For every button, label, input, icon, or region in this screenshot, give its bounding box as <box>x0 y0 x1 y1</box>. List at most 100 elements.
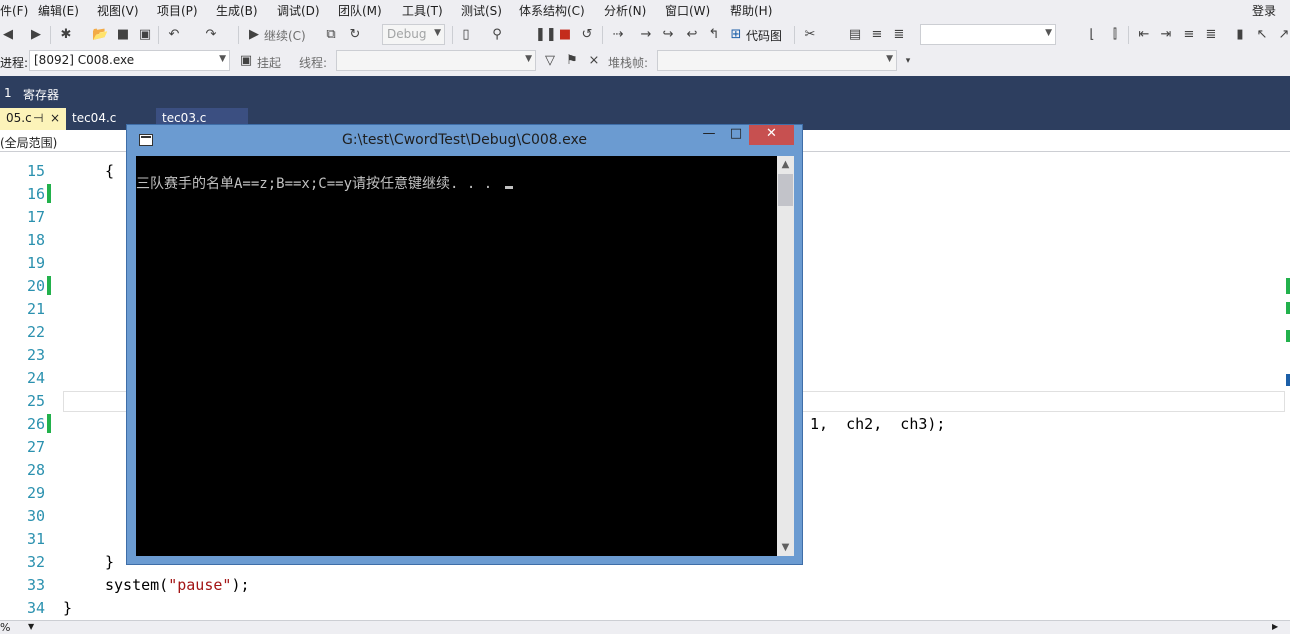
next-bookmark-icon[interactable]: ↗ <box>1276 27 1290 43</box>
bookmark-nav-icon[interactable]: ⌊ <box>1084 27 1100 43</box>
code-map-label[interactable]: 代码图 <box>746 27 782 44</box>
menu-debug[interactable]: 调试(D) <box>277 2 320 19</box>
process-select[interactable]: [8092] C008.exe ▼ <box>29 50 230 71</box>
prev-bookmark-icon[interactable]: ↖ <box>1254 27 1270 43</box>
thread-nav-icon[interactable]: ⨯ <box>586 53 602 69</box>
registers-tab[interactable]: 寄存器 <box>23 86 59 103</box>
comment-icon[interactable]: ≣ <box>891 27 907 43</box>
menu-edit[interactable]: 编辑(E) <box>38 2 79 19</box>
find-combo[interactable]: ▼ <box>920 24 1056 45</box>
editor-status-bar: % ▼ ▶ <box>0 620 1290 634</box>
menu-tools[interactable]: 工具(T) <box>402 2 443 19</box>
menu-help[interactable]: 帮助(H) <box>730 2 772 19</box>
line-number: 28 <box>26 461 45 479</box>
step-over-icon[interactable]: ↪ <box>660 27 676 43</box>
refresh-icon[interactable]: ↻ <box>347 27 363 43</box>
tab-05-c[interactable]: 05.c ⊣ × <box>0 108 66 130</box>
bookmark-icon[interactable]: ▮ <box>1232 27 1248 43</box>
menu-file[interactable]: 件(F) <box>0 2 28 19</box>
console-output-area[interactable]: 三队赛手的名单A==z;B==x;C==y请按任意键继续. . . <box>136 156 777 556</box>
minimize-button[interactable]: — <box>695 125 723 145</box>
config-value: Debug <box>387 27 427 41</box>
code-token: system( <box>105 576 169 594</box>
thread-select[interactable]: ▼ <box>336 50 536 71</box>
chevron-down-icon: ▼ <box>1045 28 1052 38</box>
close-icon[interactable]: × <box>50 111 60 125</box>
back-icon[interactable]: ◀ <box>0 27 16 43</box>
line-number: 17 <box>26 208 45 226</box>
suspend-icon[interactable]: ▣ <box>238 53 254 69</box>
continue-icon[interactable]: ▶ <box>246 27 262 43</box>
line-number: 32 <box>26 553 45 571</box>
toolbar-overflow-icon[interactable]: ▾ <box>900 53 916 69</box>
open-file-icon[interactable]: 📂 <box>92 27 108 43</box>
indent-right-icon[interactable]: ⇥ <box>1158 27 1174 43</box>
process-value: [8092] C008.exe <box>34 53 135 67</box>
console-window[interactable]: G:\test\CwordTest\Debug\C008.exe — □ ✕ 三… <box>126 124 803 565</box>
chevron-down-icon[interactable]: ▼ <box>777 539 794 556</box>
attach-icon[interactable]: ⧉ <box>323 27 339 43</box>
code-line: } <box>105 553 115 571</box>
chevron-up-icon[interactable]: ▲ <box>777 156 794 173</box>
close-button[interactable]: ✕ <box>749 125 794 145</box>
scroll-right-icon[interactable]: ▶ <box>1272 622 1278 631</box>
flag-icon[interactable]: ⚑ <box>564 53 580 69</box>
chevron-down-icon[interactable]: ▼ <box>28 622 34 631</box>
menu-analyze[interactable]: 分析(N) <box>604 2 646 19</box>
console-scrollbar[interactable]: ▲ ▼ <box>777 156 794 556</box>
scroll-thumb[interactable] <box>778 174 793 206</box>
filter-icon[interactable]: ▽ <box>542 53 558 69</box>
line-number: 24 <box>26 369 45 387</box>
restart-icon[interactable]: ↺ <box>579 27 595 43</box>
login-link[interactable]: 登录 <box>1252 2 1276 19</box>
step-into-icon[interactable]: → <box>638 27 654 43</box>
step-back-icon[interactable]: ↰ <box>706 27 722 43</box>
menu-team[interactable]: 团队(M) <box>338 2 382 19</box>
tab-label: tec03.c <box>162 111 207 125</box>
undo-icon[interactable]: ↶ <box>166 27 182 43</box>
indent-left-icon[interactable]: ⇤ <box>1136 27 1152 43</box>
debug-location-toolbar: 进程: [8092] C008.exe ▼ ▣ 挂起 线程: ▼ ▽ ⚑ ⨯ 堆… <box>0 48 1290 74</box>
format-icon[interactable]: ≡ <box>869 27 885 43</box>
maximize-button[interactable]: □ <box>723 125 749 145</box>
bookmark-toggle-icon[interactable]: ⫿ <box>1107 27 1123 43</box>
suspend-label[interactable]: 挂起 <box>257 54 281 71</box>
menu-view[interactable]: 视图(V) <box>97 2 139 19</box>
forward-icon[interactable]: ▶ <box>28 27 44 43</box>
save-all-icon[interactable]: ▣ <box>137 27 153 43</box>
zoom-level[interactable]: % <box>0 621 10 634</box>
config-select[interactable]: Debug ▼ <box>382 24 445 45</box>
code-line: { <box>105 162 115 180</box>
continue-label[interactable]: 继续(C) <box>264 27 306 44</box>
console-title-bar[interactable]: G:\test\CwordTest\Debug\C008.exe — □ ✕ <box>127 125 802 156</box>
stack-frame-select[interactable]: ▼ <box>657 50 897 71</box>
menu-window[interactable]: 窗口(W) <box>665 2 710 19</box>
uncomment-lines-icon[interactable]: ≣ <box>1203 27 1219 43</box>
save-icon[interactable]: ■ <box>115 27 131 43</box>
console-app-icon[interactable] <box>139 134 153 146</box>
scope-select[interactable]: (全局范围) <box>0 134 57 151</box>
pause-icon[interactable]: ❚❚ <box>535 27 557 43</box>
stop-icon[interactable]: ■ <box>557 27 573 43</box>
redo-icon[interactable]: ↷ <box>203 27 219 43</box>
device-icon[interactable]: ▯ <box>458 27 474 43</box>
new-item-icon[interactable]: ✱ <box>58 27 74 43</box>
menu-architecture[interactable]: 体系结构(C) <box>519 2 585 19</box>
menu-build[interactable]: 生成(B) <box>216 2 258 19</box>
console-output: 三队赛手的名单A==z;B==x;C==y请按任意键继续. . . <box>136 173 513 193</box>
menu-project[interactable]: 项目(P) <box>157 2 198 19</box>
menu-test[interactable]: 测试(S) <box>461 2 502 19</box>
document-icon[interactable]: ▤ <box>847 27 863 43</box>
breakpoints-icon[interactable]: ✂ <box>802 27 818 43</box>
separator <box>1128 26 1129 44</box>
chevron-down-icon: ▼ <box>525 54 532 64</box>
show-next-statement-icon[interactable]: ⇢ <box>610 27 626 43</box>
line-number: 33 <box>26 576 45 594</box>
pin-icon[interactable]: ⊣ <box>33 111 43 125</box>
menu-bar: 件(F) 编辑(E) 视图(V) 项目(P) 生成(B) 调试(D) 团队(M)… <box>0 0 1290 20</box>
code-map-icon[interactable]: ⊞ <box>728 27 744 43</box>
separator <box>50 26 51 44</box>
find-icon[interactable]: ⚲ <box>489 27 505 43</box>
comment-lines-icon[interactable]: ≡ <box>1181 27 1197 43</box>
step-out-icon[interactable]: ↩ <box>684 27 700 43</box>
